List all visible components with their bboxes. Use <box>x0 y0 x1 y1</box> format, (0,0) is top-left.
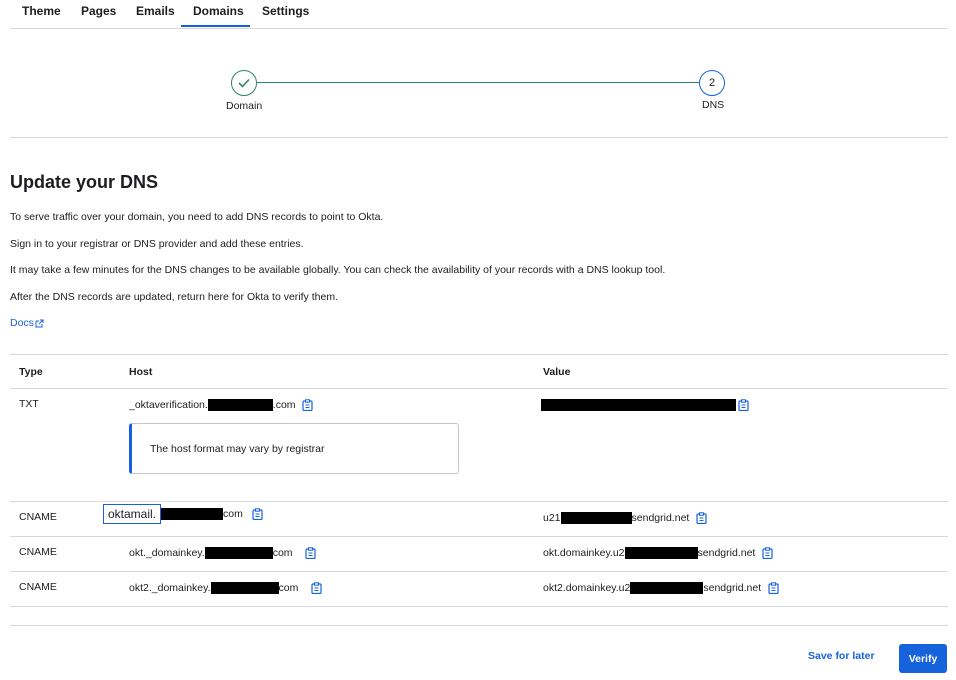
copy-value-button[interactable] <box>695 511 707 524</box>
instruction-text: It may take a few minutes for the DNS ch… <box>10 264 666 276</box>
record-type: CNAME <box>19 581 57 593</box>
value-text: okt2.domainkey.u2 <box>543 581 631 594</box>
clipboard-copy-icon <box>737 398 749 411</box>
value-text: sendgrid.net <box>703 581 762 594</box>
copy-host-button[interactable] <box>252 508 264 521</box>
clipboard-copy-icon <box>302 398 313 411</box>
table-bottom-border <box>10 606 948 607</box>
record-type: TXT <box>19 398 39 410</box>
clipboard-copy-icon <box>252 508 263 520</box>
host-text-focused[interactable]: oktamail. <box>103 504 162 524</box>
redacted-text <box>630 581 704 594</box>
host-text: com <box>278 581 299 594</box>
row-divider <box>10 571 948 572</box>
clipboard-copy-icon <box>311 581 322 594</box>
record-host: oktamail. com <box>103 504 264 524</box>
stepper-connector <box>257 82 699 83</box>
row-divider <box>10 501 948 502</box>
copy-host-button[interactable] <box>302 398 314 411</box>
docs-link[interactable]: Docs <box>10 317 44 329</box>
callout-text: The host format may vary by registrar <box>150 443 325 455</box>
clipboard-copy-icon <box>696 511 707 524</box>
redacted-text <box>204 546 273 559</box>
docs-link-label: Docs <box>10 317 34 329</box>
step-domain-circle <box>231 70 257 96</box>
instruction-text: To serve traffic over your domain, you n… <box>10 211 384 223</box>
step-dns-circle: 2 <box>699 70 725 96</box>
page-title: Update your DNS <box>10 172 159 192</box>
save-for-later-button[interactable]: Save for later <box>808 650 875 662</box>
footer-divider <box>10 625 948 626</box>
host-format-callout: The host format may vary by registrar <box>129 423 459 474</box>
copy-value-button[interactable] <box>737 398 749 411</box>
host-text: okt._domainkey. <box>129 546 205 559</box>
value-text: sendgrid.net <box>697 546 756 559</box>
copy-host-button[interactable] <box>305 546 317 559</box>
progress-stepper: Domain 2 DNS <box>0 0 956 140</box>
host-text: .com <box>272 398 296 411</box>
column-header-value: Value <box>543 366 571 378</box>
step-dns-label: DNS <box>702 99 725 111</box>
check-icon <box>238 78 250 88</box>
verify-button[interactable]: Verify <box>899 644 947 673</box>
row-divider <box>10 536 948 537</box>
host-text: com <box>223 508 243 520</box>
record-type: CNAME <box>19 511 57 523</box>
clipboard-copy-icon <box>305 546 316 559</box>
column-header-host: Host <box>129 366 153 378</box>
clipboard-copy-icon <box>762 546 773 559</box>
host-text: okt2._domainkey. <box>129 581 211 594</box>
value-text: u21 <box>543 511 561 524</box>
redacted-text <box>207 398 273 411</box>
redacted-text <box>560 511 632 524</box>
step-dns-number: 2 <box>708 77 716 89</box>
record-value: okt.domainkey.u2 sendgrid.net <box>543 546 773 559</box>
instruction-text: Sign in to your registrar or DNS provide… <box>10 238 304 250</box>
redacted-text <box>624 546 698 559</box>
record-value <box>541 398 749 411</box>
copy-host-button[interactable] <box>310 581 322 594</box>
host-text: com <box>272 546 293 559</box>
table-top-border <box>10 354 948 355</box>
redacted-text <box>161 508 224 520</box>
copy-value-button[interactable] <box>761 546 773 559</box>
record-host: okt._domainkey. com <box>129 546 317 559</box>
section-divider <box>10 137 948 138</box>
record-value: u21 sendgrid.net <box>543 511 707 524</box>
record-value: okt2.domainkey.u2 sendgrid.net <box>543 581 779 594</box>
external-link-icon <box>35 319 44 327</box>
copy-value-button[interactable] <box>767 581 779 594</box>
clipboard-copy-icon <box>768 581 779 594</box>
value-text: okt.domainkey.u2 <box>543 546 625 559</box>
step-domain-label: Domain <box>226 100 263 112</box>
column-header-type: Type <box>19 366 43 378</box>
table-header-border <box>10 388 948 389</box>
record-type: CNAME <box>19 546 57 558</box>
instruction-text: After the DNS records are updated, retur… <box>10 291 338 303</box>
host-text: _oktaverification. <box>129 398 208 411</box>
value-text: sendgrid.net <box>631 511 690 524</box>
verify-button-label: Verify <box>908 652 938 665</box>
record-host: _oktaverification. .com <box>129 398 314 411</box>
record-host: okt2._domainkey. com <box>129 581 322 594</box>
redacted-text <box>541 398 736 411</box>
redacted-text <box>210 581 279 594</box>
